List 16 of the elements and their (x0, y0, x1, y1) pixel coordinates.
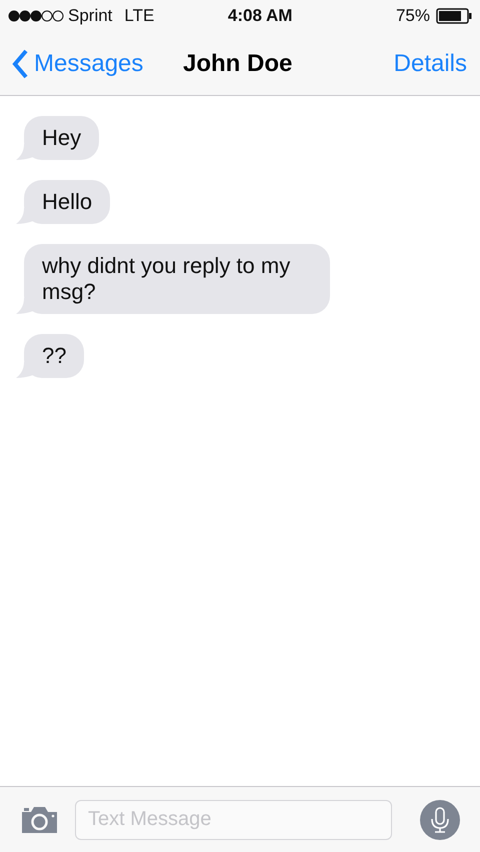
signal-icon (8, 10, 64, 22)
message-bubble: ?? (24, 334, 84, 378)
message-bubble: why didnt you reply to my msg? (24, 244, 330, 314)
clock-time: 4:08 AM (228, 5, 292, 28)
battery-percent: 75% (396, 5, 430, 28)
message-bubble: Hey (24, 116, 100, 160)
message-bubble: Hello (24, 180, 110, 224)
carrier-name: Sprint (68, 5, 112, 28)
back-button[interactable]: Messages (12, 46, 144, 82)
camera-icon[interactable] (20, 804, 59, 834)
battery-icon (436, 8, 472, 24)
network-type: LTE (124, 5, 154, 28)
details-button[interactable]: Details (394, 46, 467, 82)
contact-name: John Doe (183, 48, 292, 78)
chevron-left-icon (12, 48, 28, 78)
microphone-icon[interactable] (420, 800, 460, 840)
